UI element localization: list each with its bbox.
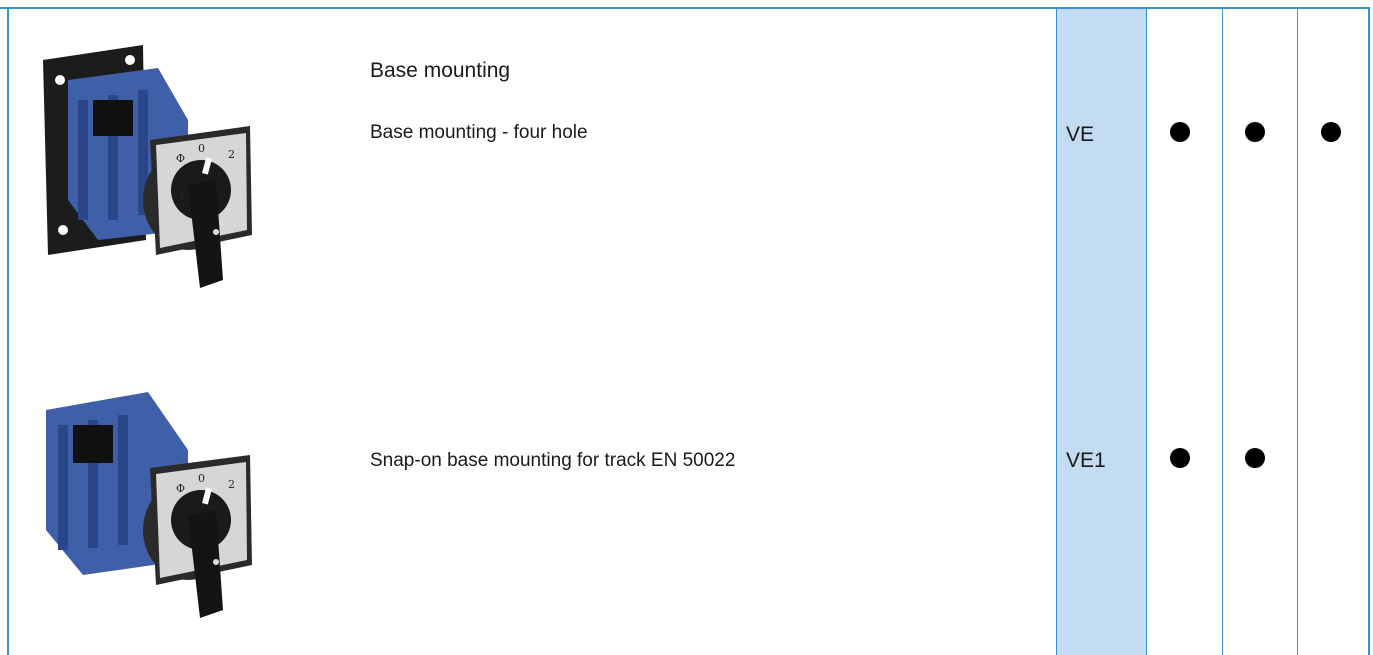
svg-text:0: 0 [198,142,205,155]
availability-dot [1170,448,1190,468]
table-border-right [1368,7,1370,655]
table-border-left [7,7,9,655]
row-description: Snap-on base mounting for track EN 50022 [370,450,736,471]
catalog-table: Φ 0 2 1 Base mounting Base mounting - fo… [0,0,1373,655]
order-code: VE [1066,123,1095,146]
svg-text:2: 2 [228,478,235,491]
availability-dot [1245,122,1265,142]
availability-dot [1245,448,1265,468]
availability-dot [1170,122,1190,142]
svg-text:1: 1 [178,190,185,203]
product-image-four-hole-mount: Φ 0 2 1 [43,45,252,288]
row-description: Base mounting - four hole [370,122,588,143]
code-column [1056,9,1146,655]
product-image-snap-on-mount: Φ 0 2 1 [46,392,252,618]
svg-text:Φ: Φ [176,152,185,165]
column-divider [1222,9,1223,655]
table-border-top [0,7,1370,9]
section-heading: Base mounting [370,59,511,82]
svg-text:2: 2 [228,148,235,161]
svg-text:1: 1 [178,520,185,533]
column-divider [1297,9,1298,655]
order-code: VE1 [1066,449,1106,472]
svg-text:0: 0 [198,472,205,485]
column-divider [1056,9,1057,655]
availability-dot [1321,122,1341,142]
svg-text:Φ: Φ [176,482,185,495]
column-divider [1146,9,1147,655]
